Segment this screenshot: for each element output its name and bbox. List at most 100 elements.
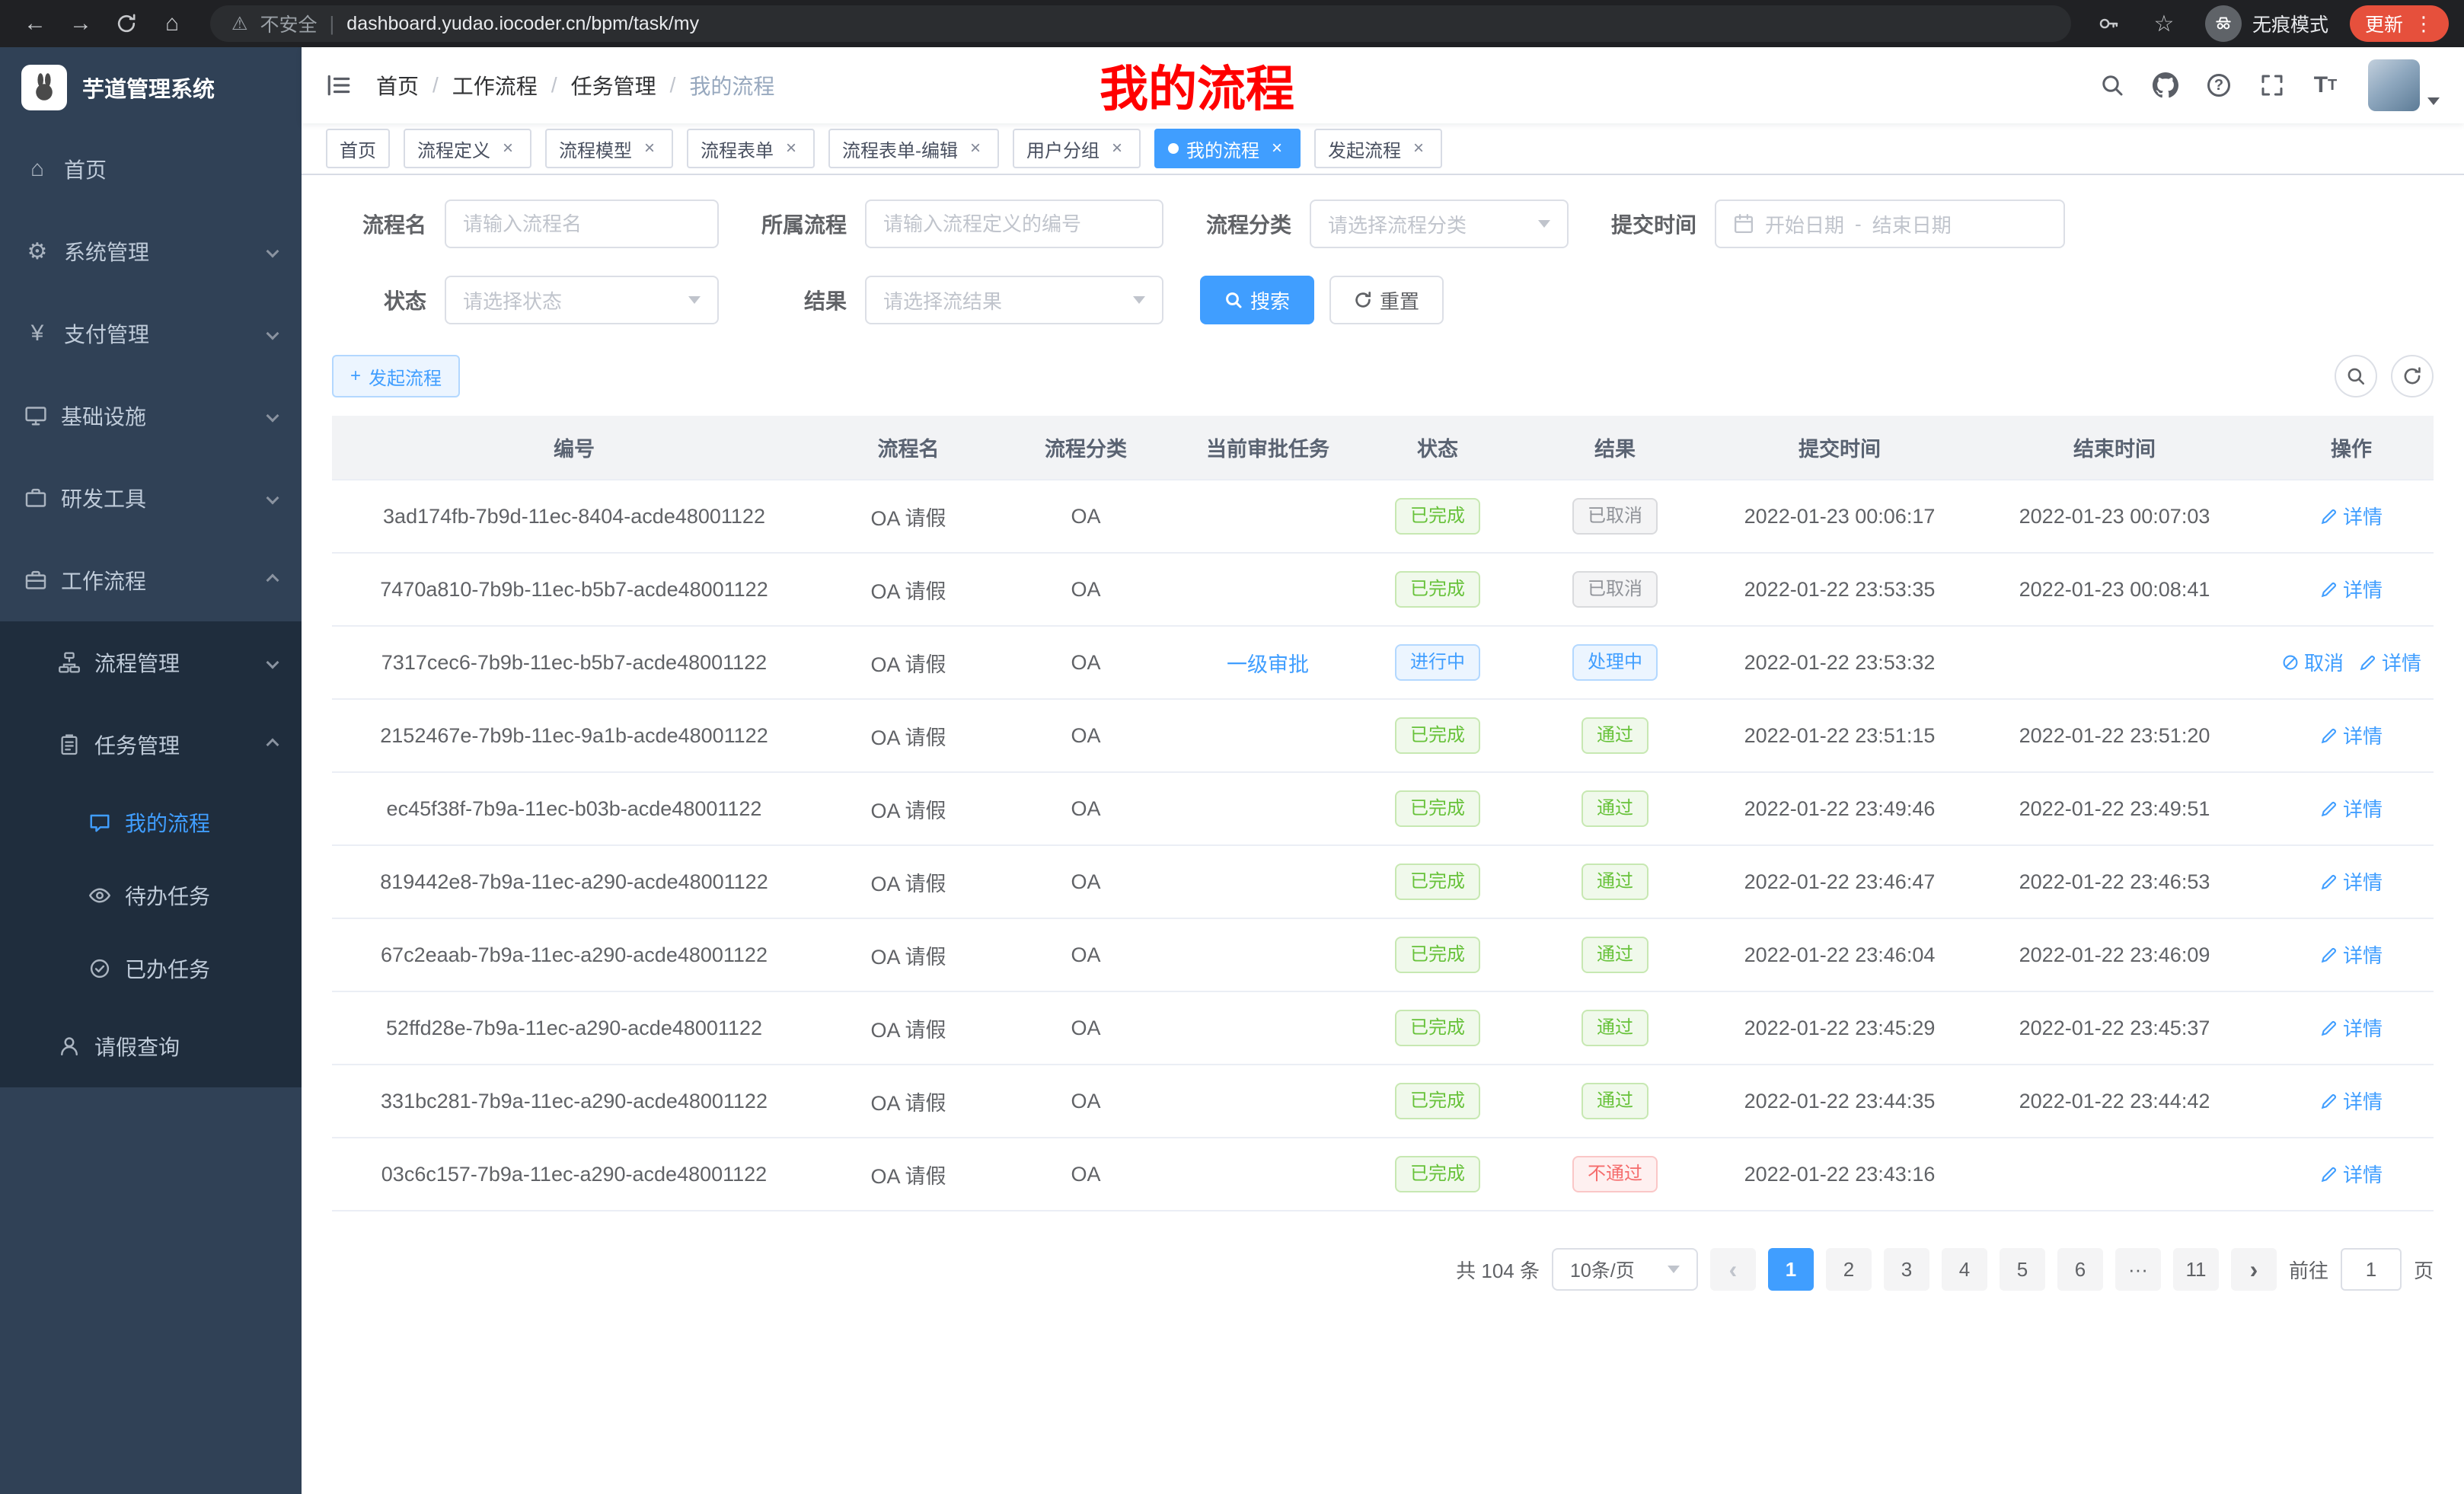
reset-button[interactable]: 重置 [1329, 276, 1444, 324]
github-icon[interactable] [2146, 65, 2185, 105]
close-icon[interactable]: × [1267, 138, 1287, 159]
close-icon[interactable]: × [1107, 138, 1127, 159]
sidebar-item-done-tasks[interactable]: 已办任务 [0, 932, 302, 1005]
refresh-table-button[interactable] [2391, 355, 2434, 397]
back-icon[interactable]: ← [15, 4, 55, 43]
page-button-3[interactable]: 3 [1884, 1248, 1929, 1291]
page-button-1[interactable]: 1 [1768, 1248, 1814, 1291]
approval-task-link[interactable]: 一级审批 [1171, 626, 1364, 699]
address-bar[interactable]: ⚠ 不安全 | dashboard.yudao.iocoder.cn/bpm/t… [210, 5, 2071, 42]
tab-user-group[interactable]: 用户分组 × [1013, 129, 1141, 168]
security-label[interactable]: 不安全 [260, 10, 318, 37]
detail-link[interactable]: 详情 [2320, 575, 2383, 603]
fullscreen-icon[interactable] [2252, 65, 2292, 105]
detail-link[interactable]: 详情 [2320, 1160, 2383, 1188]
breadcrumb: 首页 / 工作流程 / 任务管理 / 我的流程 [376, 70, 774, 101]
page-button-6[interactable]: 6 [2057, 1248, 2103, 1291]
tab-process-form-edit[interactable]: 流程表单-编辑 × [828, 129, 999, 168]
close-icon[interactable]: × [781, 138, 801, 159]
gear-icon: ⚙ [24, 238, 50, 265]
breadcrumb-home[interactable]: 首页 [376, 70, 419, 101]
key-icon[interactable] [2089, 4, 2129, 43]
sidebar-item-my-process[interactable]: 我的流程 [0, 786, 302, 859]
detail-link[interactable]: 详情 [2320, 867, 2383, 895]
process-name-input[interactable] [445, 200, 719, 248]
close-icon[interactable]: × [1409, 138, 1428, 159]
page-button-5[interactable]: 5 [2000, 1248, 2045, 1291]
menu-dots-icon[interactable]: ⋮ [2414, 12, 2434, 36]
tab-my-process[interactable]: 我的流程 × [1154, 129, 1301, 168]
page-button-4[interactable]: 4 [1942, 1248, 1987, 1291]
initiate-process-button[interactable]: + 发起流程 [332, 355, 460, 397]
detail-link[interactable]: 详情 [2320, 721, 2383, 749]
tab-process-form[interactable]: 流程表单 × [687, 129, 815, 168]
page-size-select[interactable]: 10条/页 [1552, 1248, 1698, 1291]
close-icon[interactable]: × [640, 138, 659, 159]
status-badge: 已完成 [1395, 864, 1480, 900]
browser-actions: ☆ 无痕模式 更新 ⋮ [2089, 4, 2449, 43]
home-icon[interactable]: ⌂ [152, 4, 192, 43]
refresh-icon [2402, 366, 2422, 386]
detail-link[interactable]: 详情 [2320, 794, 2383, 822]
tab-process-model[interactable]: 流程模型 × [545, 129, 673, 168]
breadcrumb-workflow[interactable]: 工作流程 [452, 70, 538, 101]
tab-process-definition[interactable]: 流程定义 × [404, 129, 531, 168]
edit-icon [2320, 580, 2338, 599]
sidebar-item-infra[interactable]: 基础设施 [0, 375, 302, 457]
sidebar-item-task-mgmt[interactable]: 任务管理 [0, 704, 302, 786]
table-row: 67c2eaab-7b9a-11ec-a290-acde48001122 OA … [332, 918, 2434, 991]
toggle-search-button[interactable] [2335, 355, 2377, 397]
detail-link[interactable]: 详情 [2320, 1087, 2383, 1115]
result-select[interactable]: 请选择流结果 [865, 276, 1163, 324]
help-icon[interactable]: ? [2199, 65, 2239, 105]
search-icon[interactable] [2092, 65, 2132, 105]
sidebar-item-workflow[interactable]: 工作流程 [0, 539, 302, 621]
close-icon[interactable]: × [498, 138, 518, 159]
font-size-icon[interactable]: TT [2306, 65, 2345, 105]
hamburger-icon[interactable] [326, 72, 352, 98]
sidebar-item-system[interactable]: ⚙ 系统管理 [0, 210, 302, 292]
detail-link[interactable]: 详情 [2320, 502, 2383, 530]
goto-page-input[interactable] [2341, 1248, 2402, 1291]
main-content: 流程名 所属流程 流程分类 请选择流程分类 [302, 175, 2464, 1494]
reload-icon[interactable] [107, 4, 146, 43]
user-menu[interactable] [2368, 59, 2440, 111]
tab-initiate-process[interactable]: 发起流程 × [1314, 129, 1442, 168]
sidebar-item-devtools[interactable]: 研发工具 [0, 457, 302, 539]
close-icon[interactable]: × [965, 138, 985, 159]
prev-page-button[interactable]: ‹ [1710, 1248, 1756, 1291]
owning-process-input[interactable] [865, 200, 1163, 248]
sidebar-item-leave-query[interactable]: 请假查询 [0, 1005, 302, 1087]
table-row: 2152467e-7b9b-11ec-9a1b-acde48001122 OA … [332, 699, 2434, 772]
detail-link[interactable]: 详情 [2320, 1014, 2383, 1042]
detail-link[interactable]: 详情 [2359, 648, 2421, 676]
bookmark-star-icon[interactable]: ☆ [2144, 4, 2184, 43]
chevron-down-icon [267, 327, 279, 340]
chevron-down-icon [267, 245, 279, 258]
address-divider: | [330, 12, 335, 36]
breadcrumb-task[interactable]: 任务管理 [571, 70, 656, 101]
app-logo[interactable]: 芋道管理系统 [0, 47, 302, 128]
chevron-down-icon [2427, 97, 2440, 105]
page-button-2[interactable]: 2 [1826, 1248, 1872, 1291]
forward-icon[interactable]: → [61, 4, 101, 43]
cancel-link[interactable]: 取消 [2281, 648, 2344, 676]
process-category-select[interactable]: 请选择流程分类 [1310, 200, 1569, 248]
detail-link[interactable]: 详情 [2320, 940, 2383, 969]
page-button-11[interactable]: 11 [2173, 1248, 2219, 1291]
tab-home[interactable]: 首页 [326, 129, 390, 168]
col-header-end-time: 结束时间 [1960, 416, 2269, 480]
sidebar-item-home[interactable]: ⌂ 首页 [0, 128, 302, 210]
status-select[interactable]: 请选择状态 [445, 276, 719, 324]
url-text[interactable]: dashboard.yudao.iocoder.cn/bpm/task/my [346, 13, 699, 35]
sidebar-item-todo-tasks[interactable]: 待办任务 [0, 859, 302, 932]
search-button[interactable]: 搜索 [1200, 276, 1314, 324]
sidebar-item-payment[interactable]: ¥ 支付管理 [0, 292, 302, 375]
more-pages-button[interactable]: ··· [2115, 1248, 2161, 1291]
avatar[interactable] [2368, 59, 2420, 111]
app-title: 芋道管理系统 [82, 72, 215, 104]
sidebar-item-process-mgmt[interactable]: 流程管理 [0, 621, 302, 704]
next-page-button[interactable]: › [2231, 1248, 2277, 1291]
submit-time-range-picker[interactable]: 开始日期 - 结束日期 [1715, 200, 2065, 248]
update-button[interactable]: 更新 ⋮ [2350, 5, 2449, 42]
